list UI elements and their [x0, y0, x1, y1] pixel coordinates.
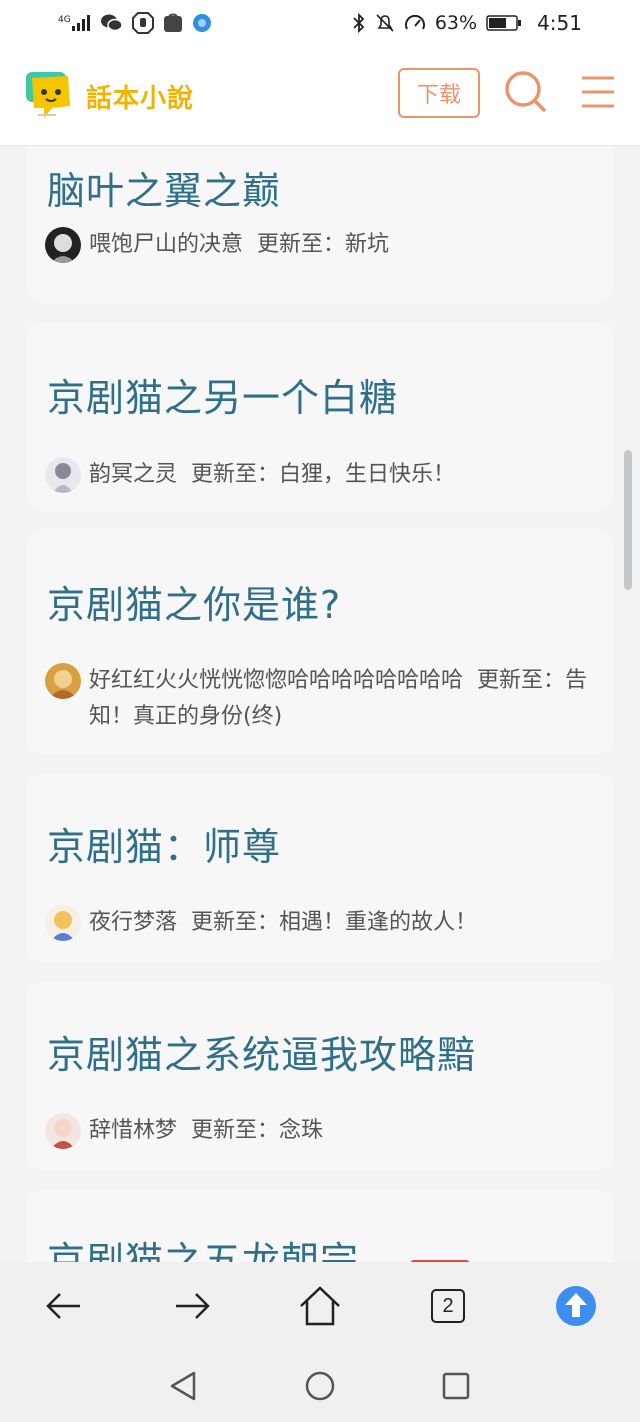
book-card[interactable]: 脑叶之翼之巅 喂饱尸山的决意 更新至：新坑 — [27, 147, 613, 304]
logo-text: 話本小說 — [86, 83, 195, 114]
book-card[interactable]: 京剧猫之你是谁? 好红红火火恍恍惚惚哈哈哈哈哈哈哈哈 更新至：告知！真正的身份(终… — [27, 529, 613, 755]
battery-percent: 63% — [434, 12, 478, 34]
status-right: 63% 4:51 — [352, 11, 582, 35]
store-icon — [163, 13, 183, 33]
nav-home-icon[interactable] — [302, 1368, 338, 1404]
book-list[interactable]: 脑叶之翼之巅 喂饱尸山的决意 更新至：新坑 京剧猫之另一个白糖 韵冥之灵 更新至：白… — [0, 147, 640, 1262]
app-logo[interactable]: 話本小說 — [22, 66, 222, 126]
clock: 4:51 — [537, 11, 582, 35]
back-arrow-icon[interactable] — [42, 1284, 86, 1328]
avatar — [45, 1113, 81, 1149]
system-nav-bar — [0, 1350, 640, 1422]
book-author: 辞惜林梦 — [89, 1118, 178, 1143]
book-author: 夜行梦落 — [89, 910, 178, 935]
bluetooth-icon — [352, 13, 366, 33]
book-update: 更新至：相遇！重逢的故人！ — [191, 910, 478, 935]
book-meta: 喂饱尸山的决意 更新至：新坑 — [45, 227, 595, 263]
avatar — [45, 457, 81, 493]
book-title[interactable]: 京剧猫之你是谁? — [47, 581, 341, 629]
book-update: 更新至：念珠 — [191, 1118, 324, 1143]
signal-icon: 4G — [58, 13, 92, 33]
book-card[interactable]: 京剧猫之系统逼我攻略黯 辞惜林梦 更新至：念珠 — [27, 981, 613, 1171]
speed-icon — [404, 13, 426, 33]
status-left: 4G — [58, 12, 212, 34]
book-update: 更新至：新坑 — [257, 232, 390, 257]
home-icon[interactable] — [298, 1284, 342, 1328]
book-meta: 韵冥之灵 更新至：白狸，生日快乐！ — [45, 457, 595, 493]
meta-text: 好红红火火恍恍惚惚哈哈哈哈哈哈哈哈 更新至：告知！真正的身份(终) — [89, 663, 595, 735]
forward-arrow-icon[interactable] — [170, 1284, 214, 1328]
scrollbar[interactable] — [624, 450, 632, 590]
browser-toolbar: 2 — [0, 1262, 640, 1350]
download-button[interactable]: 下载 — [398, 68, 480, 118]
mute-bell-icon — [375, 13, 395, 33]
menu-icon[interactable] — [578, 72, 618, 112]
book-card[interactable]: 京剧猫之另一个白糖 韵冥之灵 更新至：白狸，生日快乐！ — [27, 322, 613, 512]
book-title[interactable]: 京剧猫：师尊 — [47, 823, 281, 871]
book-card[interactable]: 京剧猫：师尊 夜行梦落 更新至：相遇！重逢的故人！ — [27, 773, 613, 963]
tabs-button[interactable]: 2 — [426, 1284, 470, 1328]
book-title[interactable]: 脑叶之翼之巅 — [47, 167, 281, 215]
avatar — [45, 227, 81, 263]
nav-recents-icon[interactable] — [438, 1368, 474, 1404]
hand-icon — [132, 12, 154, 34]
book-author: 韵冥之灵 — [89, 462, 178, 487]
book-author: 喂饱尸山的决意 — [89, 232, 244, 257]
book-author: 好红红火火恍恍惚惚哈哈哈哈哈哈哈哈 — [89, 668, 464, 693]
meta-text: 辞惜林梦 更新至：念珠 — [89, 1113, 595, 1149]
browser-app-icon — [192, 13, 212, 33]
book-title[interactable]: 京剧猫之系统逼我攻略黯 — [47, 1031, 476, 1079]
tab-count: 2 — [431, 1289, 465, 1323]
nav-back-icon[interactable] — [166, 1368, 202, 1404]
upload-icon[interactable] — [554, 1284, 598, 1328]
book-meta: 辞惜林梦 更新至：念珠 — [45, 1113, 595, 1149]
status-bar: 4G 63% 4:51 — [0, 0, 640, 46]
meta-text: 夜行梦落 更新至：相遇！重逢的故人！ — [89, 905, 595, 941]
book-title[interactable]: 京剧猫之另一个白糖 — [47, 374, 398, 422]
book-title[interactable]: 京剧猫之五龙朝宗 — [47, 1237, 359, 1262]
avatar — [45, 905, 81, 941]
book-card[interactable]: 京剧猫之五龙朝宗 — [27, 1189, 613, 1262]
app-header: 話本小說 下载 — [0, 46, 640, 146]
book-meta: 夜行梦落 更新至：相遇！重逢的故人！ — [45, 905, 595, 941]
avatar — [45, 663, 81, 699]
meta-text: 喂饱尸山的决意 更新至：新坑 — [89, 227, 595, 263]
svg-text:4G: 4G — [58, 15, 71, 25]
meta-text: 韵冥之灵 更新至：白狸，生日快乐！ — [89, 457, 595, 493]
battery-icon — [486, 14, 522, 32]
book-meta: 好红红火火恍恍惚惚哈哈哈哈哈哈哈哈 更新至：告知！真正的身份(终) — [45, 663, 595, 735]
book-update: 更新至：白狸，生日快乐！ — [191, 462, 456, 487]
wechat-icon — [101, 13, 123, 33]
logo-mascot-icon — [22, 66, 78, 126]
search-icon[interactable] — [500, 66, 550, 116]
